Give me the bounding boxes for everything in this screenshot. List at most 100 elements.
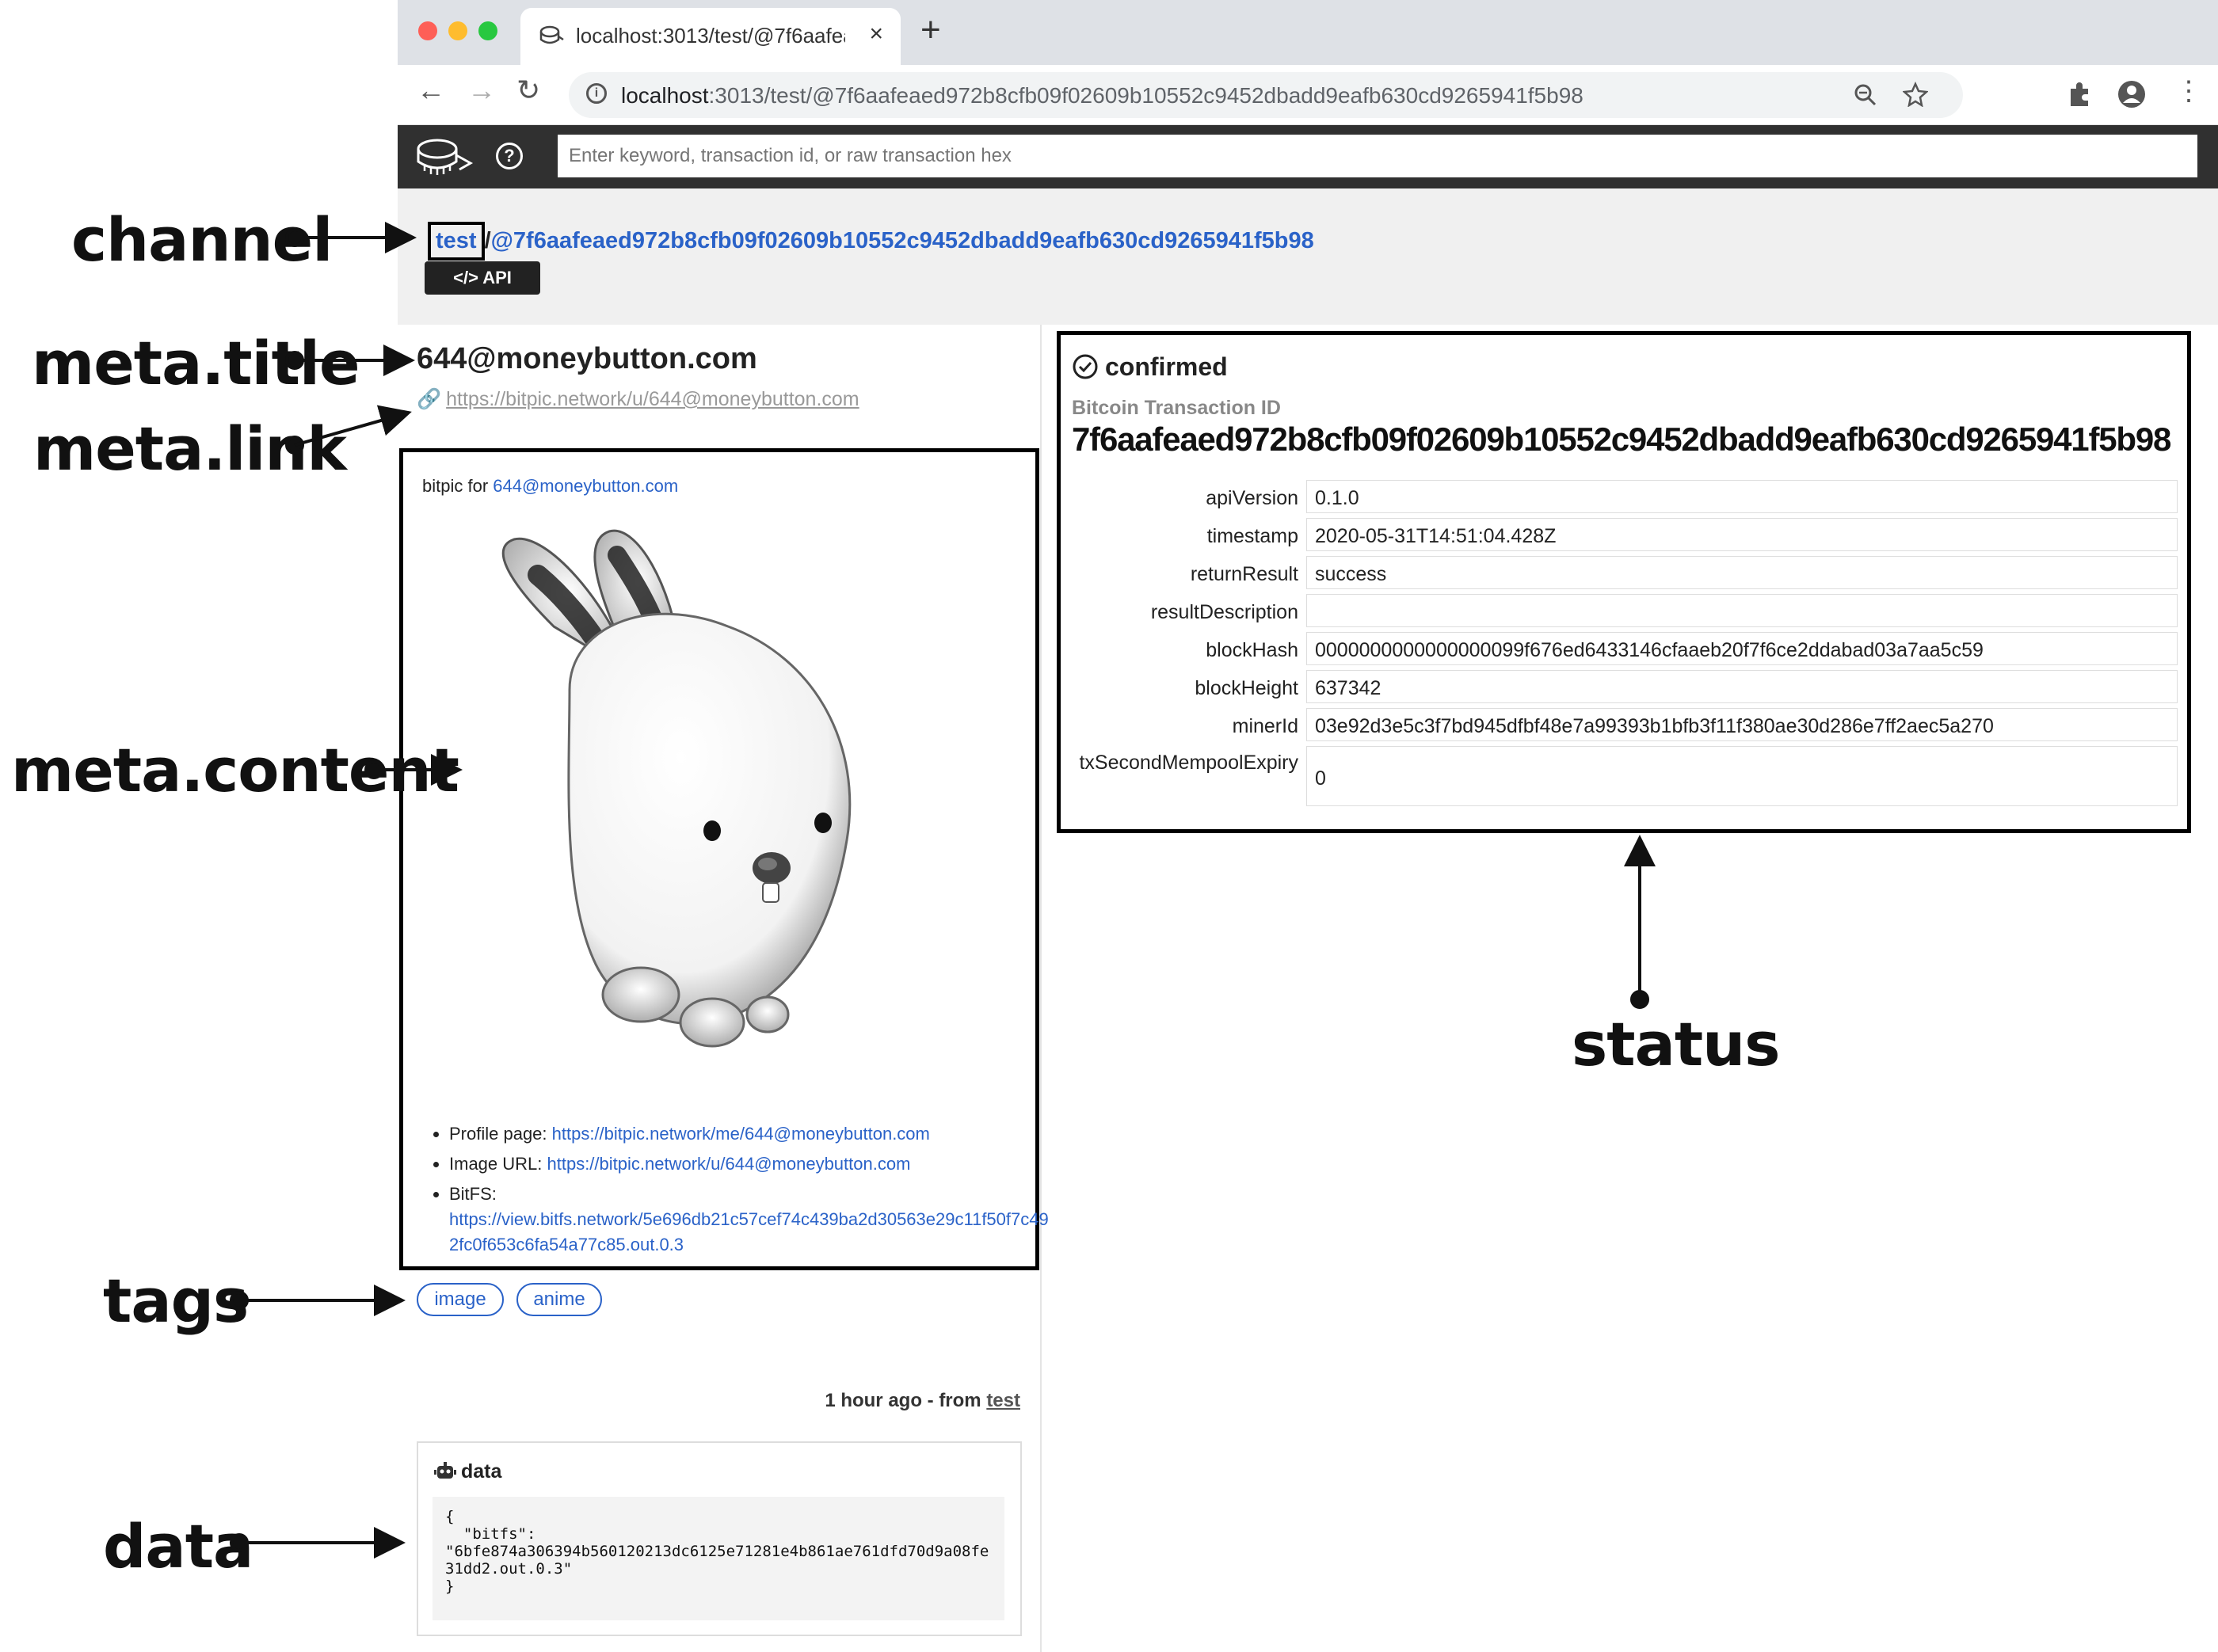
source-link[interactable]: test bbox=[986, 1390, 1020, 1411]
annotation-channel: channel bbox=[71, 204, 333, 275]
new-tab-button[interactable]: + bbox=[920, 13, 941, 48]
meta-link[interactable]: 🔗 https://bitpic.network/u/644@moneybutto… bbox=[417, 388, 859, 411]
url-path: :3013/test/@7f6aafeaed972b8cfb09f02609b1… bbox=[708, 83, 1583, 108]
caption-link[interactable]: 644@moneybutton.com bbox=[493, 476, 678, 496]
app-logo-icon[interactable] bbox=[413, 135, 475, 179]
txid-value: 7f6aafeaed972b8cfb09f02609b10552c9452dba… bbox=[1072, 421, 2171, 458]
meta-link-text[interactable]: https://bitpic.network/u/644@moneybutton… bbox=[446, 388, 859, 410]
status-panel: confirmed Bitcoin Transaction ID 7f6aafe… bbox=[1057, 331, 2191, 833]
data-panel: data { "bitfs": "6bfe874a306394b56012021… bbox=[417, 1441, 1022, 1636]
tag-chip[interactable]: image bbox=[417, 1283, 504, 1316]
close-window-button[interactable] bbox=[418, 21, 437, 40]
browser-tab-strip: localhost:3013/test/@7f6aafea × + bbox=[398, 0, 2218, 65]
help-icon[interactable]: ? bbox=[496, 143, 523, 169]
app-header: ? bbox=[398, 125, 2218, 188]
post-meta: 1 hour ago - from test bbox=[808, 1390, 1020, 1412]
annotation-meta-content: meta.content bbox=[11, 735, 459, 805]
back-button[interactable]: ← bbox=[417, 76, 445, 105]
address-bar[interactable]: i localhost:3013/test/@7f6aafeaed972b8cf… bbox=[569, 72, 1963, 118]
meta-title: 644@moneybutton.com bbox=[417, 342, 757, 375]
breadcrumb-separator: / bbox=[484, 228, 491, 253]
annotation-data: data bbox=[103, 1511, 253, 1582]
robot-icon bbox=[434, 1462, 456, 1479]
tab-title: localhost:3013/test/@7f6aafea bbox=[576, 24, 845, 48]
link-icon: 🔗 bbox=[417, 388, 442, 410]
data-title: data bbox=[461, 1460, 502, 1483]
browser-tab[interactable]: localhost:3013/test/@7f6aafea × bbox=[520, 8, 901, 65]
meta-content: bitpic for 644@moneybutton.com • Profile… bbox=[399, 448, 1049, 1270]
profile-avatar-icon[interactable] bbox=[2117, 79, 2147, 109]
search-input[interactable] bbox=[558, 135, 2197, 177]
data-json-textarea[interactable]: { "bitfs": "6bfe874a306394b560120213dc61… bbox=[433, 1497, 1004, 1620]
annotation-meta-link: meta.link bbox=[33, 413, 347, 484]
row-value: success bbox=[1306, 556, 2178, 589]
row-value: 2020-05-31T14:51:04.428Z bbox=[1306, 518, 2178, 551]
tx-link[interactable]: @7f6aafeaed972b8cfb09f02609b10552c9452db… bbox=[491, 228, 1314, 253]
image-url-link[interactable]: https://bitpic.network/u/644@moneybutton… bbox=[547, 1154, 911, 1174]
table-row: blockHash 0000000000000000099f676ed643314… bbox=[1070, 630, 2178, 668]
reload-button[interactable]: ↻ bbox=[516, 76, 540, 105]
zoom-icon[interactable] bbox=[1854, 83, 1877, 107]
breadcrumb: test/@7f6aafeaed972b8cfb09f02609b10552c9… bbox=[428, 222, 1314, 261]
browser-toolbar: ← → ↻ i localhost:3013/test/@7f6aafeaed9… bbox=[398, 65, 2218, 125]
row-key: returnResult bbox=[1190, 563, 1298, 585]
time-ago: 1 hour ago - from bbox=[825, 1390, 987, 1411]
row-key: timestamp bbox=[1206, 525, 1298, 547]
content-caption: bitpic for 644@moneybutton.com bbox=[422, 476, 678, 497]
data-header: data bbox=[434, 1460, 501, 1483]
arrow-dot-status bbox=[1630, 990, 1649, 1009]
minimize-window-button[interactable] bbox=[448, 21, 467, 40]
row-value: 0.1.0 bbox=[1306, 480, 2178, 513]
table-row: txSecondMempoolExpiry 0 bbox=[1070, 744, 2178, 809]
row-value: 0 bbox=[1306, 746, 2178, 806]
table-row: blockHeight 637342 bbox=[1070, 668, 2178, 706]
check-circle-icon bbox=[1073, 354, 1098, 379]
bitpic-image bbox=[451, 508, 1005, 1094]
table-row: minerId 03e92d3e5c3f7bd945dfbf48e7a99393b… bbox=[1070, 706, 2178, 744]
url-host: localhost bbox=[621, 83, 709, 108]
address-url: localhost:3013/test/@7f6aafeaed972b8cfb0… bbox=[621, 83, 1583, 108]
list-item: BitFS: https://view.bitfs.network/5e696d… bbox=[449, 1182, 1051, 1258]
annotation-status: status bbox=[1572, 1009, 1781, 1079]
table-row: resultDescription bbox=[1070, 592, 2178, 630]
list-item: Profile page: https://bitpic.network/me/… bbox=[449, 1121, 1051, 1147]
tag-chip[interactable]: anime bbox=[516, 1283, 602, 1316]
list-item: Image URL: https://bitpic.network/u/644@… bbox=[449, 1151, 1051, 1177]
content-details-list: Profile page: https://bitpic.network/me/… bbox=[422, 1121, 1051, 1262]
row-value: 0000000000000000099f676ed6433146cfaaeb20… bbox=[1306, 632, 2178, 665]
browser-menu-icon[interactable]: ⋮ bbox=[2175, 78, 2202, 105]
item-label: Profile page: bbox=[449, 1124, 552, 1144]
caption-prefix: bitpic for bbox=[422, 476, 494, 496]
item-label: BitFS: bbox=[449, 1183, 497, 1204]
row-key: blockHeight bbox=[1195, 677, 1298, 699]
profile-page-link[interactable]: https://bitpic.network/me/644@moneybutto… bbox=[552, 1124, 930, 1144]
bitfs-link[interactable]: https://view.bitfs.network/5e696db21c57c… bbox=[449, 1209, 1049, 1254]
txid-label: Bitcoin Transaction ID bbox=[1072, 397, 1281, 419]
table-row: returnResult success bbox=[1070, 554, 2178, 592]
forward-button[interactable]: → bbox=[467, 76, 496, 105]
row-key: txSecondMempoolExpiry bbox=[1079, 752, 1298, 774]
annotation-tags: tags bbox=[103, 1266, 249, 1336]
extensions-puzzle-icon[interactable] bbox=[2066, 81, 2093, 108]
bookmark-star-icon[interactable] bbox=[1903, 82, 1928, 107]
channel-link[interactable]: test bbox=[428, 222, 485, 261]
status-table: apiVersion 0.1.0 timestamp 2020-05-31T14:5… bbox=[1070, 478, 2178, 809]
api-button[interactable]: </> API bbox=[425, 261, 540, 295]
item-label: Image URL: bbox=[449, 1153, 547, 1174]
status-state: confirmed bbox=[1072, 352, 1228, 382]
site-info-icon[interactable]: i bbox=[586, 83, 607, 104]
row-key: minerId bbox=[1232, 715, 1298, 737]
maximize-window-button[interactable] bbox=[478, 21, 497, 40]
bunny-illustration bbox=[501, 529, 852, 1048]
row-key: blockHash bbox=[1206, 639, 1298, 661]
row-value: 03e92d3e5c3f7bd945dfbf48e7a99393b1bfb3f1… bbox=[1306, 708, 2178, 741]
row-value: 637342 bbox=[1306, 670, 2178, 703]
row-key: resultDescription bbox=[1150, 601, 1298, 623]
row-key: apiVersion bbox=[1206, 487, 1298, 509]
row-value bbox=[1306, 594, 2178, 627]
annotation-meta-title: meta.title bbox=[32, 328, 360, 398]
app-favicon-icon bbox=[539, 25, 564, 44]
table-row: timestamp 2020-05-31T14:51:04.428Z bbox=[1070, 516, 2178, 554]
status-label: confirmed bbox=[1105, 352, 1228, 381]
close-tab-icon[interactable]: × bbox=[869, 21, 883, 48]
